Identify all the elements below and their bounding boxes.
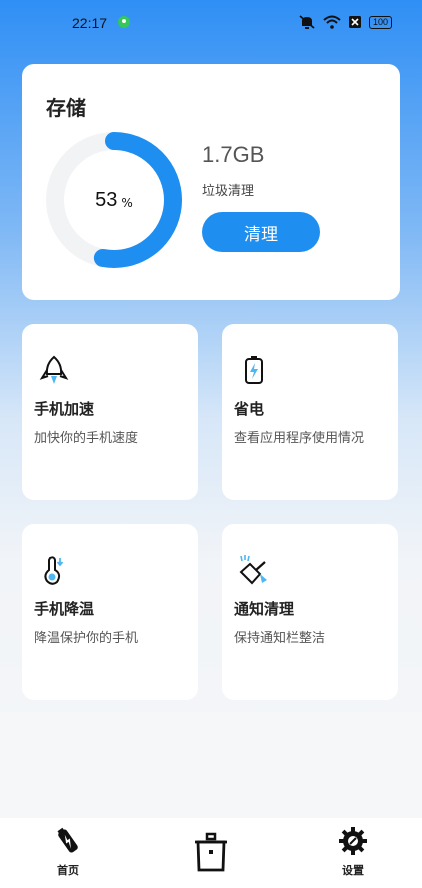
broom-icon [239,555,267,585]
storage-percent-value: 53 [95,188,118,211]
storage-card: 存储 53 % 1.7GB 垃圾清理 清理 [22,64,400,300]
feature-card-speedup[interactable]: 手机加速 加快你的手机速度 [22,324,198,500]
feature-card-power-saving[interactable]: 省电 查看应用程序使用情况 [222,324,398,500]
junk-size: 1.7GB [202,142,265,167]
feature-title: 手机降温 [34,600,95,618]
wifi-icon [323,15,341,29]
gear-icon [339,827,367,855]
storage-percent: 53 % [44,130,184,270]
nav-label: 设置 [342,864,364,877]
clean-button[interactable]: 清理 [202,212,320,252]
nav-item-settings[interactable]: 设置 [323,826,383,878]
status-time: 22:17 [72,15,108,31]
trash-icon [195,832,227,872]
feature-subtitle: 降温保护你的手机 [34,631,139,646]
content-background [0,712,422,818]
notification-dot-icon [118,16,130,28]
feature-subtitle: 查看应用程序使用情况 [234,431,365,446]
thermometer-icon [44,556,64,585]
feature-title: 通知清理 [234,600,295,618]
nav-item-home[interactable]: 首页 [38,826,98,878]
feature-title: 手机加速 [34,400,95,418]
mute-icon [299,15,315,29]
feature-subtitle: 加快你的手机速度 [34,431,139,446]
battery-indicator: 100 [368,15,392,29]
nav-label: 首页 [57,864,79,877]
status-icons: 100 [298,14,392,30]
bottom-nav: 首页 设置 [0,818,422,888]
home-icon [57,827,78,853]
feature-title: 省电 [234,400,265,418]
no-sim-icon [348,16,361,28]
storage-percent-symbol: % [121,196,133,210]
status-bar: 22:17 100 [0,0,422,46]
storage-title: 存储 [46,96,86,120]
battery-icon [245,356,263,384]
nav-item-clean[interactable] [181,832,241,878]
junk-label: 垃圾清理 [202,184,255,199]
rocket-icon [39,355,69,384]
feature-card-cooling[interactable]: 手机降温 降温保护你的手机 [22,524,198,700]
feature-subtitle: 保持通知栏整洁 [234,631,326,646]
feature-card-notification-clean[interactable]: 通知清理 保持通知栏整洁 [222,524,398,700]
